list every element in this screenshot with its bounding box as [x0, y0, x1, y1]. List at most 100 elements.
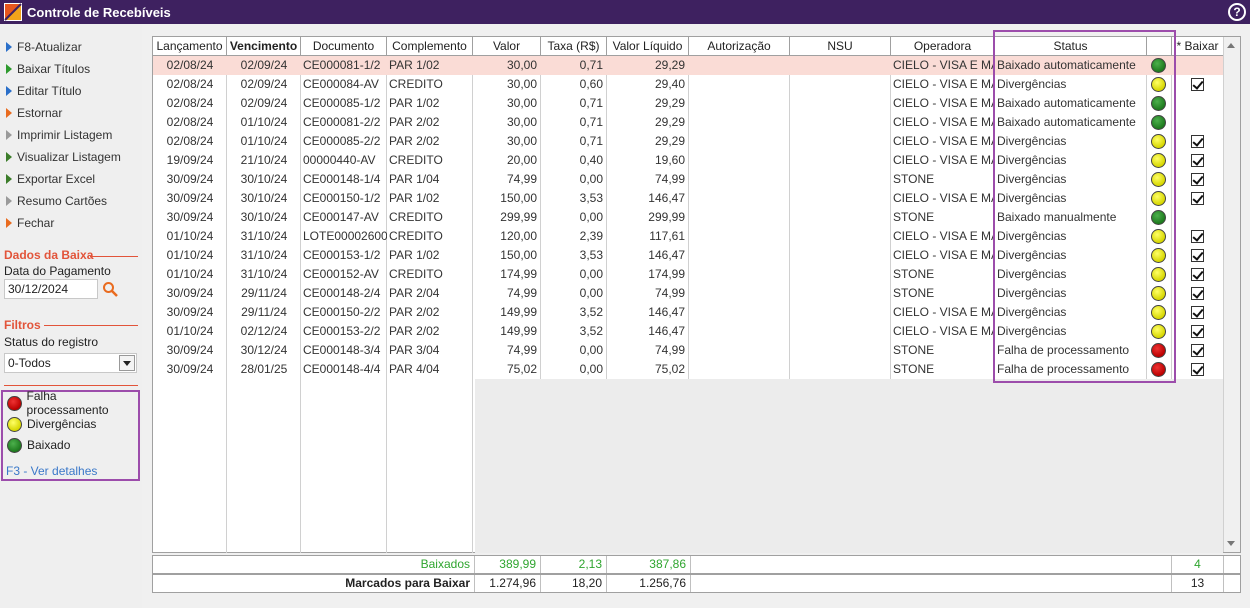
marcados-valor: 1.274,96 — [475, 575, 541, 592]
menu-item-resumo-cart-es[interactable]: Resumo Cartões — [6, 191, 107, 211]
column-header[interactable]: Valor Líquido — [607, 37, 689, 55]
ver-detalhes-link[interactable]: F3 - Ver detalhes — [6, 464, 97, 478]
green-status-icon — [7, 437, 22, 453]
vertical-scrollbar[interactable] — [1223, 37, 1240, 552]
chevron-down-icon[interactable] — [119, 355, 135, 371]
cell-doc: CE000150-1/2 — [303, 191, 381, 205]
cell-doc: CE000148-4/4 — [303, 362, 381, 376]
baixados-count: 4 — [1172, 556, 1224, 573]
menu-item-exportar-excel[interactable]: Exportar Excel — [6, 169, 95, 189]
baixar-checkbox[interactable] — [1191, 230, 1204, 243]
cell-lanc: 02/08/24 — [166, 77, 214, 91]
cell-liquido: 117,61 — [649, 229, 685, 243]
marcados-taxa: 18,20 — [541, 575, 607, 592]
dados-baixa-title: Dados da Baixa — [4, 248, 94, 262]
cell-taxa: 0,00 — [579, 172, 603, 186]
cell-valor: 74,99 — [506, 343, 537, 357]
column-header[interactable]: Valor — [473, 37, 541, 55]
arrow-right-icon — [6, 86, 12, 96]
menu-item-baixar-t-tulos[interactable]: Baixar Títulos — [6, 59, 90, 79]
column-header[interactable]: Lançamento — [153, 37, 227, 55]
cell-valor: 120,00 — [500, 229, 537, 243]
scroll-down-icon[interactable] — [1227, 541, 1235, 546]
cell-taxa: 3,53 — [579, 191, 603, 205]
cell-aut — [689, 189, 790, 208]
menu-item-label: Resumo Cartões — [17, 194, 108, 208]
baixar-checkbox[interactable] — [1191, 287, 1204, 300]
arrow-right-icon — [6, 42, 12, 52]
cell-taxa: 0,00 — [579, 343, 603, 357]
cell-venc: 30/10/24 — [240, 191, 288, 205]
cell-oper: STONE — [893, 267, 935, 281]
cell-oper: CIELO - VISA E MA — [893, 229, 995, 243]
baixar-checkbox[interactable] — [1191, 249, 1204, 262]
cell-venc: 02/12/24 — [240, 324, 288, 338]
status-registro-select[interactable]: 0-Todos — [4, 353, 137, 373]
cell-venc: 01/10/24 — [240, 134, 288, 148]
baixar-checkbox[interactable] — [1191, 363, 1204, 376]
window-title: Controle de Recebíveis — [27, 4, 171, 20]
baixados-liquido: 387,86 — [607, 556, 691, 573]
baixar-checkbox[interactable] — [1191, 173, 1204, 186]
column-header[interactable]: Operadora — [891, 37, 995, 55]
baixar-checkbox[interactable] — [1191, 344, 1204, 357]
baixar-checkbox[interactable] — [1191, 306, 1204, 319]
cell-lanc: 19/09/24 — [166, 153, 214, 167]
cell-valor: 174,99 — [500, 267, 537, 281]
divider — [4, 385, 138, 386]
scroll-up-icon[interactable] — [1227, 43, 1235, 48]
menu-item-imprimir-listagem[interactable]: Imprimir Listagem — [6, 125, 112, 145]
cell-nsu — [790, 227, 891, 246]
menu-item-fechar[interactable]: Fechar — [6, 213, 54, 233]
column-header[interactable]: Complemento — [387, 37, 473, 55]
cell-lanc: 30/09/24 — [166, 172, 214, 186]
cell-valor: 30,00 — [506, 134, 537, 148]
cell-venc: 31/10/24 — [240, 248, 288, 262]
column-header[interactable]: Vencimento — [227, 37, 301, 55]
baixar-checkbox[interactable] — [1191, 78, 1204, 91]
cell-valor: 30,00 — [506, 77, 537, 91]
column-header[interactable]: NSU — [790, 37, 891, 55]
help-icon[interactable]: ? — [1228, 3, 1246, 21]
cell-venc: 31/10/24 — [240, 267, 288, 281]
cell-comp: PAR 2/02 — [389, 115, 440, 129]
cell-venc: 01/10/24 — [240, 115, 288, 129]
cell-liquido: 29,29 — [654, 115, 685, 129]
baixar-checkbox[interactable] — [1191, 325, 1204, 338]
cell-venc: 28/01/25 — [240, 362, 288, 376]
menu-item-visualizar-listagem[interactable]: Visualizar Listagem — [6, 147, 121, 167]
menu-item-f8-atualizar[interactable]: F8-Atualizar — [6, 37, 82, 57]
menu-item-label: Editar Título — [17, 84, 82, 98]
menu-item-editar-t-tulo[interactable]: Editar Título — [6, 81, 81, 101]
column-header[interactable]: Taxa (R$) — [541, 37, 607, 55]
baixar-checkbox[interactable] — [1191, 135, 1204, 148]
status-highlight-box — [993, 30, 1176, 383]
arrow-right-icon — [6, 130, 12, 140]
cell-venc: 30/10/24 — [240, 210, 288, 224]
column-header[interactable]: * Baixar — [1172, 37, 1224, 55]
grid-footer: Baixados 389,99 2,13 387,86 4 Marcados p… — [152, 555, 1241, 595]
cell-valor: 30,00 — [506, 96, 537, 110]
cell-lanc: 01/10/24 — [166, 324, 214, 338]
cell-lanc: 30/09/24 — [166, 191, 214, 205]
cell-aut — [689, 284, 790, 303]
cell-venc: 21/10/24 — [240, 153, 288, 167]
cell-venc: 29/11/24 — [241, 286, 287, 300]
column-header[interactable]: Documento — [301, 37, 387, 55]
cell-oper: CIELO - VISA E MA — [893, 248, 995, 262]
cell-doc: CE000148-1/4 — [303, 172, 381, 186]
search-icon[interactable] — [102, 281, 118, 297]
cell-nsu — [790, 284, 891, 303]
cell-valor: 150,00 — [500, 191, 537, 205]
baixar-checkbox[interactable] — [1191, 268, 1204, 281]
menu-item-estornar[interactable]: Estornar — [6, 103, 62, 123]
cell-lanc: 30/09/24 — [166, 343, 214, 357]
cell-valor: 20,00 — [506, 153, 537, 167]
baixar-checkbox[interactable] — [1191, 154, 1204, 167]
data-pagamento-input[interactable]: 30/12/2024 — [4, 279, 98, 299]
baixar-checkbox[interactable] — [1191, 192, 1204, 205]
cell-oper: STONE — [893, 210, 935, 224]
cell-aut — [689, 322, 790, 341]
column-header[interactable]: Autorização — [689, 37, 790, 55]
cell-doc: CE000148-3/4 — [303, 343, 381, 357]
